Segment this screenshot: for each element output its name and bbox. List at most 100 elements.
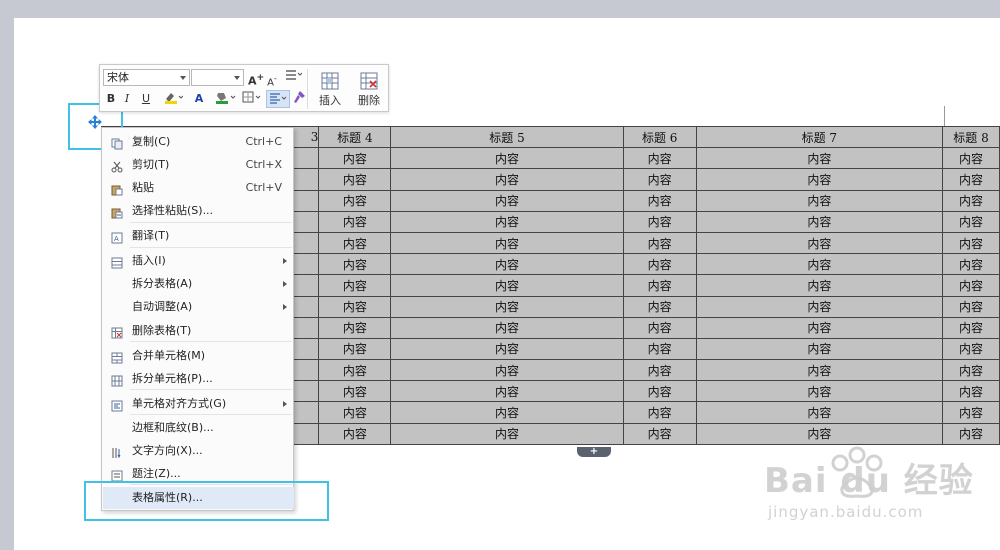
context-menu-item[interactable]: 插入(I) xyxy=(103,250,294,272)
font-size-select[interactable] xyxy=(191,69,244,86)
context-menu-item[interactable]: 拆分单元格(P)... xyxy=(103,368,294,390)
table-cell[interactable]: 内容 xyxy=(390,168,624,191)
align-button[interactable] xyxy=(266,90,290,108)
table-cell[interactable]: 内容 xyxy=(390,210,624,233)
table-cell[interactable]: 内容 xyxy=(390,422,624,445)
table-cell[interactable]: 内容 xyxy=(318,189,392,212)
table-cell[interactable]: 内容 xyxy=(318,359,392,382)
table-cell[interactable]: 内容 xyxy=(622,189,697,212)
table-cell[interactable]: 内容 xyxy=(622,316,697,339)
table-cell[interactable]: 内容 xyxy=(318,380,392,403)
table-cell[interactable]: 内容 xyxy=(390,231,624,255)
format-painter-button[interactable] xyxy=(292,90,306,108)
table-cell[interactable]: 内容 xyxy=(695,168,944,191)
insert-rowcol-button[interactable]: 插入 xyxy=(311,69,349,109)
context-menu-item[interactable]: A 翻译(T) xyxy=(103,225,294,247)
context-menu-item[interactable]: 拆分表格(A) xyxy=(103,273,294,295)
underline-button[interactable]: U xyxy=(138,90,154,108)
add-row-button[interactable]: + xyxy=(577,447,611,457)
highlight-color-button[interactable] xyxy=(162,90,184,108)
table-cell[interactable]: 内容 xyxy=(318,274,392,297)
table-cell[interactable]: 内容 xyxy=(622,359,697,382)
table-cell[interactable]: 内容 xyxy=(942,401,1000,424)
line-spacing-button[interactable] xyxy=(283,69,303,87)
grow-font-button[interactable]: A+ xyxy=(248,69,264,88)
context-menu-item[interactable]: 粘贴 Ctrl+V xyxy=(103,177,294,199)
context-menu-item[interactable]: 复制(C) Ctrl+C xyxy=(103,131,294,153)
table-cell[interactable]: 内容 xyxy=(318,253,392,276)
table-header-cell[interactable]: 标题 4 xyxy=(318,125,392,149)
font-name-select[interactable]: 宋体 xyxy=(103,69,190,86)
table-cell[interactable]: 内容 xyxy=(942,210,1000,233)
table-cell[interactable]: 内容 xyxy=(622,401,697,424)
table-header-cell[interactable]: 标题 6 xyxy=(622,125,697,149)
italic-button[interactable]: I xyxy=(120,90,134,108)
context-menu-item[interactable]: 自动调整(A) xyxy=(103,296,294,318)
shrink-font-button[interactable]: A- xyxy=(265,69,279,88)
context-menu-item[interactable]: 选择性粘贴(S)... xyxy=(103,200,294,222)
table-cell[interactable]: 内容 xyxy=(942,274,1000,297)
context-menu-item[interactable]: 单元格对齐方式(G) xyxy=(103,393,294,415)
table-cell[interactable]: 内容 xyxy=(318,422,392,445)
table-cell[interactable]: 内容 xyxy=(695,147,944,170)
table-cell[interactable]: 内容 xyxy=(695,359,944,382)
table-cell[interactable]: 内容 xyxy=(622,168,697,191)
table-cell[interactable]: 内容 xyxy=(622,337,697,361)
table-cell[interactable]: 内容 xyxy=(390,274,624,297)
table-cell[interactable]: 内容 xyxy=(942,231,1000,255)
table-cell[interactable]: 内容 xyxy=(695,316,944,339)
table-cell[interactable]: 内容 xyxy=(942,168,1000,191)
table-cell[interactable]: 内容 xyxy=(622,210,697,233)
table-cell[interactable]: 内容 xyxy=(942,422,1000,445)
table-cell[interactable]: 内容 xyxy=(318,337,392,361)
table-cell[interactable]: 内容 xyxy=(390,295,624,318)
table-cell[interactable]: 内容 xyxy=(318,210,392,233)
table-cell[interactable]: 内容 xyxy=(695,274,944,297)
table-cell[interactable]: 内容 xyxy=(695,295,944,318)
font-color-button[interactable]: A xyxy=(188,90,210,108)
context-menu-item[interactable]: 合并单元格(M) xyxy=(103,345,294,367)
table-cell[interactable]: 内容 xyxy=(318,316,392,339)
table-cell[interactable]: 内容 xyxy=(622,422,697,445)
table-cell[interactable]: 内容 xyxy=(942,337,1000,361)
table-cell[interactable]: 内容 xyxy=(390,337,624,361)
table-cell[interactable]: 内容 xyxy=(318,231,392,255)
table-cell[interactable]: 内容 xyxy=(622,295,697,318)
table-cell[interactable]: 内容 xyxy=(622,274,697,297)
table-cell[interactable]: 内容 xyxy=(390,253,624,276)
table-header-cell[interactable]: 标题 7 xyxy=(695,125,944,149)
table-cell[interactable]: 内容 xyxy=(318,295,392,318)
table-cell[interactable]: 内容 xyxy=(695,337,944,361)
table-cell[interactable]: 内容 xyxy=(942,380,1000,403)
table-cell[interactable]: 内容 xyxy=(390,359,624,382)
table-cell[interactable]: 内容 xyxy=(695,380,944,403)
context-menu-item[interactable]: 题注(Z)... xyxy=(103,463,294,485)
table-cell[interactable]: 内容 xyxy=(622,231,697,255)
table-cell[interactable]: 内容 xyxy=(390,316,624,339)
table-cell[interactable]: 内容 xyxy=(390,189,624,212)
table-cell[interactable]: 内容 xyxy=(318,401,392,424)
table-cell[interactable]: 内容 xyxy=(695,210,944,233)
table-header-cell[interactable]: 标题 8 xyxy=(942,125,1000,149)
table-cell[interactable]: 内容 xyxy=(622,380,697,403)
table-cell[interactable]: 内容 xyxy=(695,401,944,424)
shading-button[interactable] xyxy=(213,90,237,108)
table-cell[interactable]: 内容 xyxy=(942,189,1000,212)
table-cell[interactable]: 内容 xyxy=(390,147,624,170)
table-cell[interactable]: 内容 xyxy=(942,359,1000,382)
context-menu-item[interactable]: 表格属性(R)... xyxy=(103,487,294,509)
table-cell[interactable]: 内容 xyxy=(622,253,697,276)
bold-button[interactable]: B xyxy=(104,90,118,108)
table-cell[interactable]: 内容 xyxy=(942,295,1000,318)
context-menu-item[interactable]: 删除表格(T) xyxy=(103,320,294,342)
table-cell[interactable]: 内容 xyxy=(695,189,944,212)
table-cell[interactable]: 内容 xyxy=(695,422,944,445)
table-cell[interactable]: 内容 xyxy=(942,253,1000,276)
border-button[interactable] xyxy=(240,90,264,108)
table-cell[interactable]: 内容 xyxy=(318,147,392,170)
table-cell[interactable]: 内容 xyxy=(695,231,944,255)
context-menu-item[interactable]: 剪切(T) Ctrl+X xyxy=(103,154,294,176)
table-cell[interactable]: 内容 xyxy=(695,253,944,276)
table-header-cell[interactable]: 标题 5 xyxy=(390,125,624,149)
table-cell[interactable]: 内容 xyxy=(318,168,392,191)
